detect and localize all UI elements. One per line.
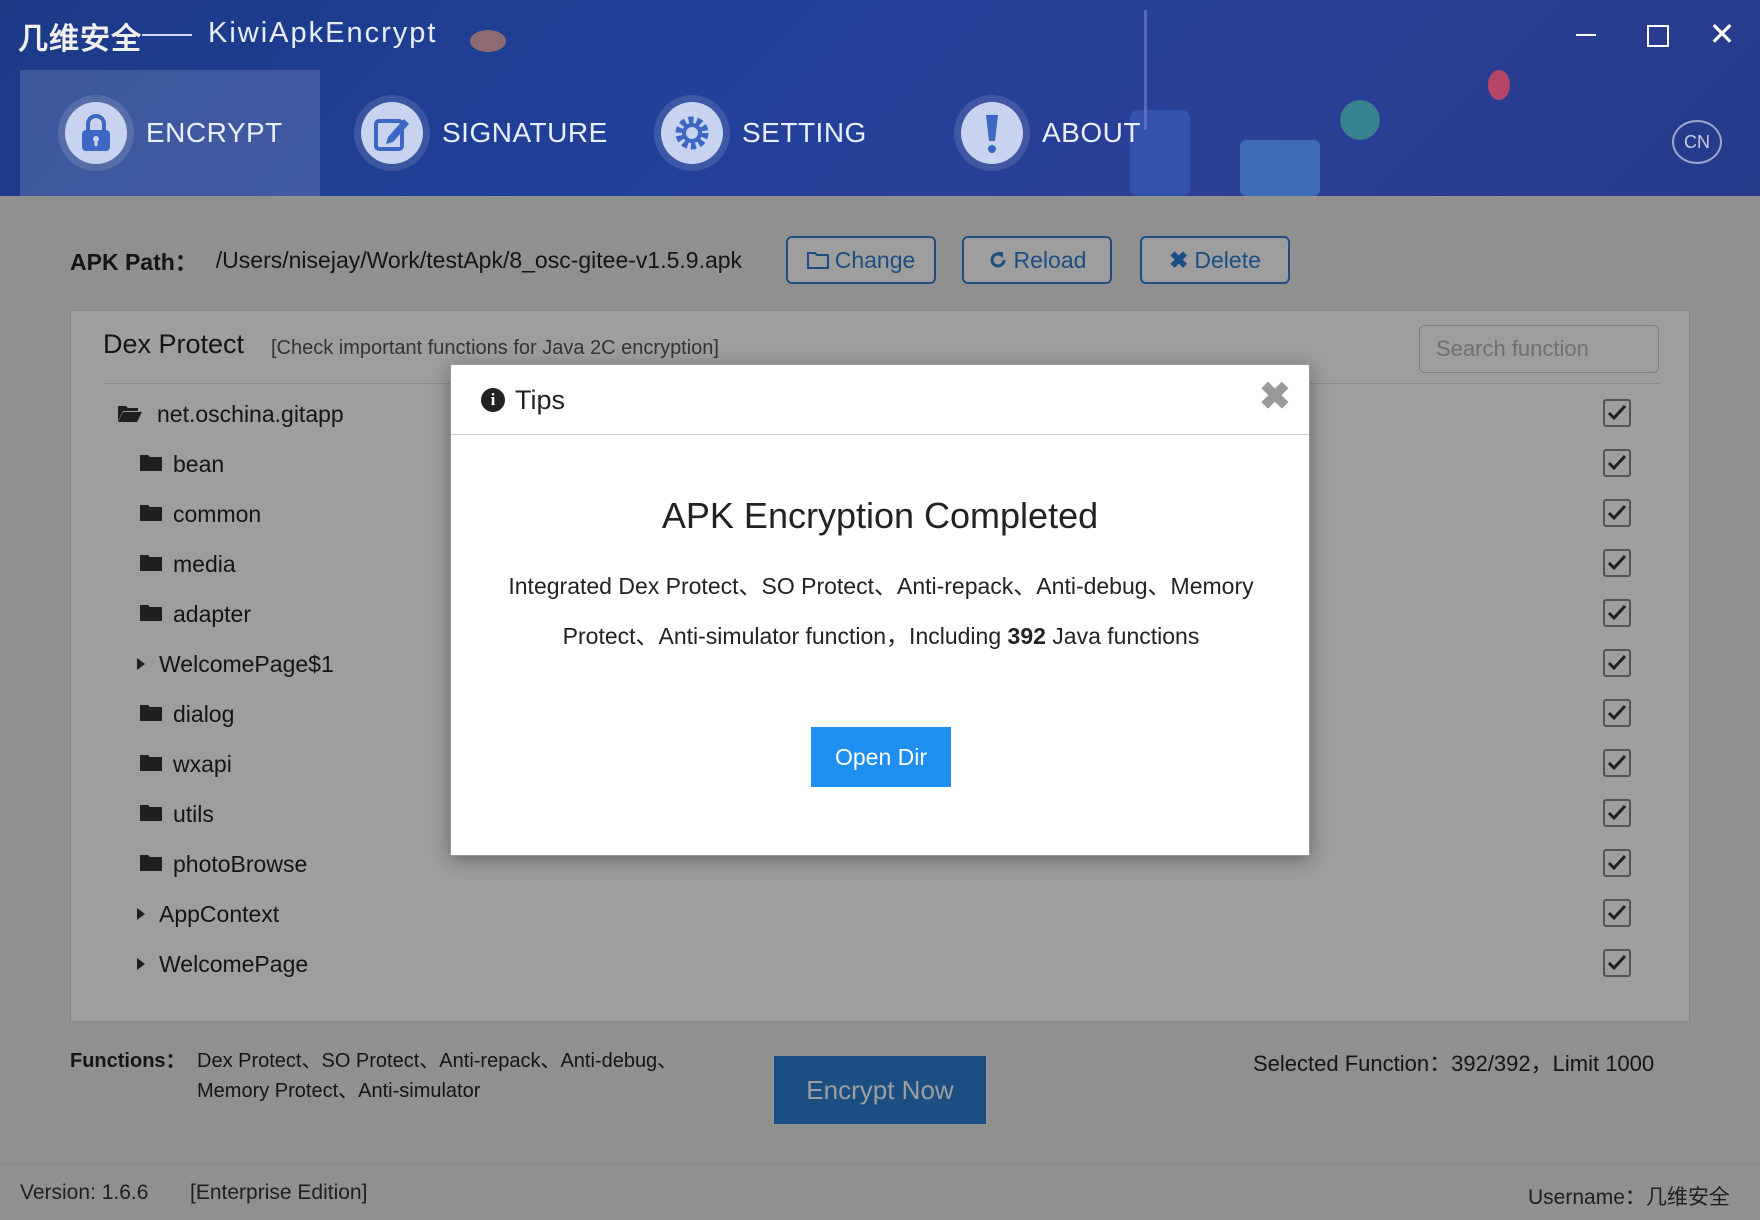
minimize-icon[interactable] (1566, 14, 1606, 54)
tab-about[interactable]: ABOUT (954, 70, 1141, 196)
main-nav: ENCRYPT SIGNATURE SETTING ABOUT CN (0, 70, 1760, 196)
brand-logo: 几维安全 (18, 23, 142, 56)
tab-signature[interactable]: SIGNATURE (354, 70, 608, 196)
dialog-close-icon[interactable]: ✖ (1259, 377, 1291, 417)
dialog-header: i Tips ✖ (451, 365, 1309, 435)
dialog-message: Integrated Dex Protect、SO Protect、Anti-r… (481, 561, 1281, 661)
tab-encrypt-label: ENCRYPT (146, 117, 283, 148)
tab-setting-label: SETTING (742, 117, 867, 148)
edit-icon (354, 95, 430, 171)
gear-icon (654, 95, 730, 171)
tab-about-label: ABOUT (1042, 117, 1141, 148)
title-separator (142, 34, 192, 36)
app-header: 几维安全 KiwiApkEncrypt ✕ ENCRYPT SIGNATURE (0, 0, 1760, 196)
tab-encrypt[interactable]: ENCRYPT (20, 70, 320, 196)
title-bar: 几维安全 KiwiApkEncrypt ✕ (0, 0, 1760, 70)
close-icon[interactable]: ✕ (1702, 14, 1742, 54)
dialog-title: Tips (515, 385, 566, 415)
app-title: KiwiApkEncrypt (208, 17, 438, 49)
tab-setting[interactable]: SETTING (654, 70, 867, 196)
info-icon: i (481, 388, 505, 412)
dialog-heading: APK Encryption Completed (661, 495, 1099, 536)
tab-signature-label: SIGNATURE (442, 117, 608, 148)
exclamation-icon (954, 95, 1030, 171)
open-dir-button[interactable]: Open Dir (811, 727, 951, 787)
maximize-icon[interactable] (1636, 14, 1676, 54)
tips-dialog: i Tips ✖ APK Encryption Completed Integr… (450, 364, 1310, 856)
function-count: 392 (1007, 623, 1046, 649)
language-toggle[interactable]: CN (1672, 120, 1722, 164)
dialog-message-post: Java functions (1045, 623, 1200, 649)
lock-icon (58, 95, 134, 171)
